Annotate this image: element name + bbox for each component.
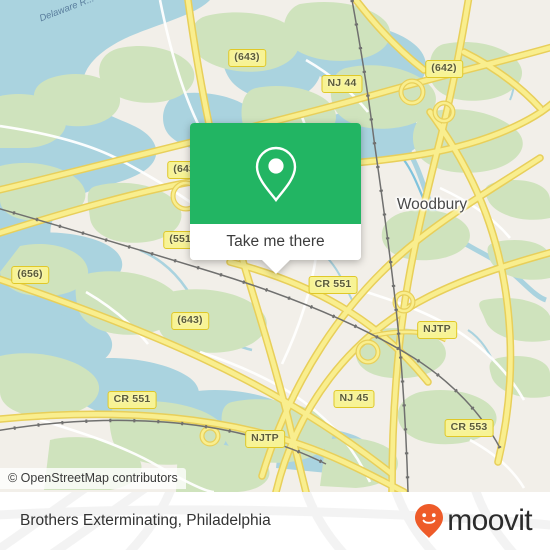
map-attribution[interactable]: © OpenStreetMap contributors: [0, 468, 186, 489]
attribution-text: © OpenStreetMap contributors: [8, 471, 178, 485]
moovit-logo[interactable]: moovit: [414, 503, 533, 539]
popup-action-label: Take me there: [226, 233, 325, 250]
moovit-map-screenshot: Delaware R... Woodbury (643) NJ 44 (642)…: [0, 0, 550, 550]
road-shield-nj-45[interactable]: NJ 45: [333, 390, 375, 408]
location-popup[interactable]: Take me there: [190, 123, 361, 274]
road-shield-nj-44[interactable]: NJ 44: [321, 75, 363, 93]
road-shield-cr-553[interactable]: CR 553: [444, 419, 494, 437]
road-shield-642[interactable]: (642): [425, 60, 463, 78]
bottom-bar: Brothers Exterminating, Philadelphia moo…: [0, 492, 550, 550]
place-title: Brothers Exterminating, Philadelphia: [20, 512, 271, 529]
road-shield-cr-551-west[interactable]: CR 551: [107, 391, 157, 409]
moovit-wordmark: moovit: [447, 504, 532, 537]
road-shield-njtp-east[interactable]: NJTP: [417, 321, 457, 339]
map-pin-icon: [255, 146, 296, 202]
road-shield-njtp-south[interactable]: NJTP: [245, 430, 285, 448]
popup-header: [190, 123, 361, 224]
popup-pointer: [261, 260, 290, 274]
road-shield-643-north[interactable]: (643): [228, 49, 266, 67]
moovit-pin-smiley-icon: [415, 504, 444, 538]
road-shield-643-west[interactable]: (643): [171, 312, 209, 330]
popup-action-button[interactable]: Take me there: [190, 224, 361, 260]
place-label-woodbury: Woodbury: [396, 196, 468, 213]
popup-card: Take me there: [190, 123, 361, 260]
road-shield-cr-551-east[interactable]: CR 551: [308, 276, 358, 294]
road-shield-656[interactable]: (656): [11, 266, 49, 284]
